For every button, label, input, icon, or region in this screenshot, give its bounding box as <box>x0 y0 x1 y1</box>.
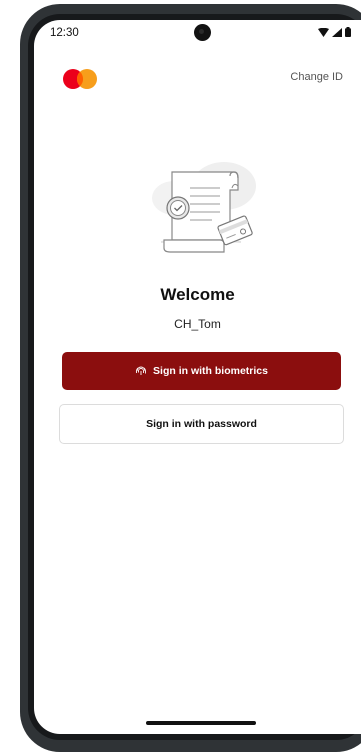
mastercard-logo <box>63 69 97 89</box>
status-bar: 12:30 <box>34 20 361 48</box>
welcome-title: Welcome <box>160 285 235 304</box>
wifi-icon <box>318 27 329 37</box>
phone-screen: 12:30 Change ID Welcome CH_Tom Sign in w… <box>34 20 361 734</box>
fingerprint-icon <box>135 366 147 375</box>
battery-icon <box>345 27 351 37</box>
status-icons <box>318 27 351 37</box>
front-camera <box>194 24 211 41</box>
sign-in-password-button[interactable]: Sign in with password <box>59 404 344 444</box>
sign-in-biometrics-button[interactable]: Sign in with biometrics <box>62 352 341 390</box>
home-indicator[interactable] <box>146 721 256 725</box>
signal-icon <box>332 27 342 37</box>
sign-in-password-label: Sign in with password <box>146 418 257 430</box>
username-label: CH_Tom <box>174 317 221 331</box>
status-time: 12:30 <box>50 27 79 39</box>
change-id-link[interactable]: Change ID <box>290 71 343 83</box>
sign-in-biometrics-label: Sign in with biometrics <box>153 365 268 377</box>
document-card-illustration <box>152 162 256 253</box>
